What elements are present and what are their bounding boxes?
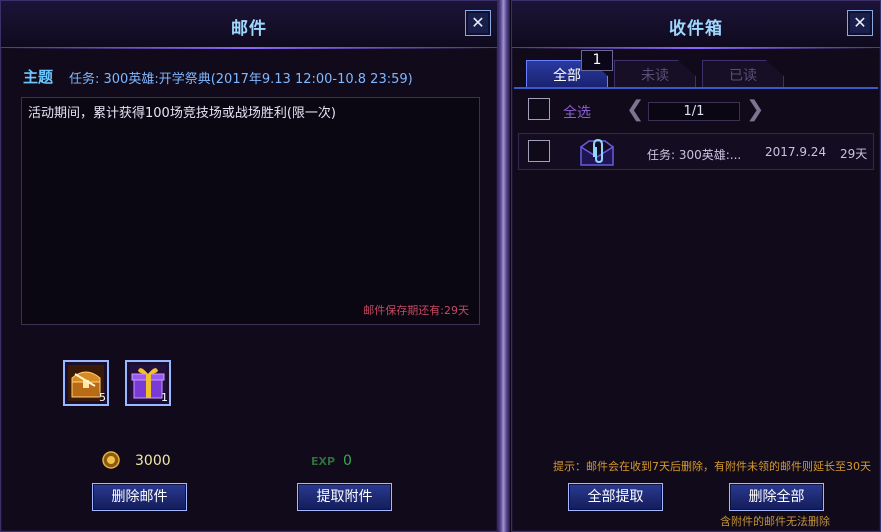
inbox-header: 收件箱 ✕ [512, 1, 880, 49]
attachment-slot[interactable]: 5 [63, 360, 109, 406]
inbox-title: 收件箱 [669, 19, 723, 39]
subject-label: 主题 [23, 68, 54, 86]
delete-mail-button[interactable]: 删除邮件 [92, 483, 187, 511]
mail-item-date: 2017.9.24 [765, 145, 827, 159]
mail-attachment-icon [580, 138, 614, 166]
panel-divider [497, 0, 510, 532]
claim-attachment-button[interactable]: 提取附件 [297, 483, 392, 511]
page-indicator: 1/1 [648, 102, 740, 121]
mail-list-item[interactable]: 任务: 300英雄:... 2017.9.24 29天 [518, 133, 874, 170]
attachment-slot[interactable]: 1 [125, 360, 171, 406]
tab-read[interactable]: 已读 [702, 60, 784, 87]
mail-detail-panel: 邮件 ✕ 主题 任务: 300英雄:开学祭典(2017年9.13 12:00-1… [0, 0, 498, 532]
close-mail-detail-button[interactable]: ✕ [465, 10, 491, 36]
delete-note: 含附件的邮件无法删除 [720, 515, 830, 528]
select-all-checkbox[interactable] [528, 98, 550, 120]
claim-all-button[interactable]: 全部提取 [568, 483, 663, 511]
tab-unread[interactable]: 未读 [614, 60, 696, 87]
next-page-arrow-icon[interactable]: ❯ [746, 97, 764, 122]
mail-item-checkbox[interactable] [528, 140, 550, 162]
gold-amount: 3000 [135, 453, 171, 469]
close-icon: ✕ [471, 13, 485, 32]
mail-item-expiry: 29天 [840, 147, 868, 161]
mail-detail-header: 邮件 ✕ [1, 1, 497, 49]
mail-body-text: 活动期间，累计获得100场竞技场或战场胜利(限一次) [28, 106, 336, 121]
inbox-hint: 提示：邮件会在收到7天后删除，有附件未领的邮件则延长至30天 [553, 460, 871, 473]
exp-amount: 0 [343, 453, 352, 469]
inbox-count-badge: 1 [581, 50, 613, 71]
attachment-count: 1 [161, 391, 168, 404]
gold-coin-icon [102, 451, 120, 469]
attachment-count: 5 [99, 391, 106, 404]
select-all-label[interactable]: 全选 [563, 102, 591, 122]
mail-body-box: 活动期间，累计获得100场竞技场或战场胜利(限一次) 邮件保存期还有:29天 [21, 97, 480, 325]
inbox-panel: 收件箱 ✕ 全部 未读 已读 全选 ❮ 1/1 ❯ 任务: 300英雄:... … [511, 0, 881, 532]
mail-item-subject: 任务: 300英雄:... [647, 148, 742, 162]
exp-icon: EXP [311, 455, 336, 468]
mail-detail-title: 邮件 [231, 19, 267, 39]
delete-all-button[interactable]: 删除全部 [729, 483, 824, 511]
close-inbox-button[interactable]: ✕ [847, 10, 873, 36]
mail-subject: 任务: 300英雄:开学祭典(2017年9.13 12:00-10.8 23:5… [69, 72, 413, 87]
retention-notice: 邮件保存期还有:29天 [363, 304, 469, 317]
close-icon: ✕ [853, 13, 867, 32]
tabs-underline [514, 87, 878, 89]
prev-page-arrow-icon[interactable]: ❮ [626, 97, 644, 122]
